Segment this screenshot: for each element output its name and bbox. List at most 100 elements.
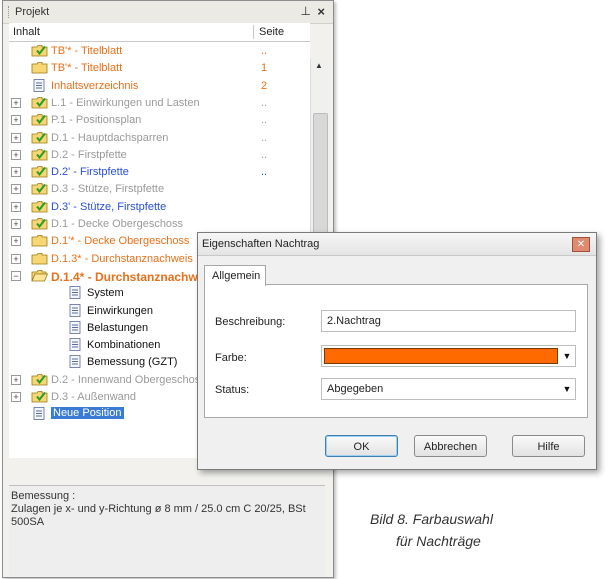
tree-row-label: D.2' - Firstpfette: [51, 166, 129, 179]
description-input[interactable]: 2.Nachtrag: [321, 310, 576, 332]
tree-row-label: D.3 - Außenwand: [51, 391, 136, 403]
tree-row-label: Einwirkungen: [87, 304, 154, 317]
panel-title: Projekt: [15, 6, 50, 18]
tree-row-page: ..: [261, 114, 268, 127]
chevron-down-icon[interactable]: ▼: [560, 347, 574, 365]
description-input-value: 2.Nachtrag: [327, 315, 381, 327]
tree-row-page: 2: [261, 79, 268, 92]
column-header-page[interactable]: Seite: [259, 26, 284, 38]
expand-icon[interactable]: +: [11, 149, 21, 160]
tree-row-page: ..: [261, 166, 268, 179]
tree-row-page: 1: [261, 62, 268, 75]
checked-folder-icon: [31, 373, 48, 386]
tree-row[interactable]: + L.1 - Einwirkungen und Lasten..: [9, 94, 310, 112]
expand-icon[interactable]: +: [11, 132, 21, 143]
color-select[interactable]: ▼: [321, 345, 576, 367]
checked-folder-icon: [31, 217, 48, 230]
tree-row-label: Kombinationen: [87, 339, 161, 352]
tree-row-label: Bemessung (GZT): [87, 356, 178, 369]
color-label: Farbe:: [215, 352, 247, 364]
document-icon: [67, 320, 84, 334]
panel-titlebar: Projekt ⊥ ×: [3, 1, 333, 24]
scroll-up-icon[interactable]: ▲: [315, 61, 323, 70]
column-separator[interactable]: [253, 25, 254, 39]
caption-line-2: für Nachträge: [396, 533, 481, 549]
tree-row-label: D.1 - Hauptdachsparren: [51, 131, 169, 144]
status-select-value: Abgegeben: [327, 383, 384, 395]
tree-row[interactable]: + D.3 - Stütze, Firstpfette: [9, 180, 310, 198]
checked-folder-icon: [31, 113, 48, 126]
tree-row[interactable]: + D.1 - Hauptdachsparren..: [9, 129, 310, 147]
expand-icon[interactable]: +: [11, 392, 21, 402]
document-icon: [67, 355, 84, 369]
expand-icon[interactable]: +: [11, 115, 21, 126]
dialog-title: Eigenschaften Nachtrag: [202, 238, 320, 250]
tree-row[interactable]: + D.2' - Firstpfette..: [9, 163, 310, 181]
tree-row-page: ..: [261, 45, 268, 57]
figure-caption: Bild 8. Farbauswahl für Nachträge: [370, 508, 493, 552]
tree-row-label: D.2 - Firstpfette: [51, 148, 127, 161]
checked-folder-icon: [31, 165, 48, 178]
cancel-button[interactable]: Abbrechen: [414, 435, 487, 457]
description-box: Bemessung : Zulagen je x- und y-Richtung…: [9, 485, 325, 576]
tree-row[interactable]: TB'* - Titelblatt 1: [9, 59, 310, 77]
expand-icon[interactable]: +: [11, 184, 21, 195]
tree-row[interactable]: + D.1 - Decke Obergeschoss: [9, 215, 310, 233]
checked-folder-icon: [31, 182, 48, 195]
collapse-icon[interactable]: −: [11, 270, 21, 281]
document-icon: [67, 338, 84, 351]
help-button[interactable]: Hilfe: [512, 435, 585, 457]
checked-folder-icon: [31, 96, 48, 109]
checked-folder-icon: [31, 148, 48, 161]
tree-row-label: Belastungen: [87, 321, 149, 334]
document-icon: [31, 407, 48, 421]
tree-row-page: ..: [261, 148, 268, 161]
document-icon: [67, 286, 84, 300]
tree-row-label: TB'* - Titelblatt: [51, 45, 123, 57]
dialog-close-button[interactable]: ✕: [572, 237, 590, 252]
tree-row-label: D.3' - Stütze, Firstpfette: [51, 200, 167, 213]
expand-icon[interactable]: +: [11, 219, 21, 229]
tree-row[interactable]: + D.2 - Firstpfette..: [9, 146, 310, 164]
tree-row-page: ..: [261, 96, 268, 109]
expand-icon[interactable]: +: [11, 97, 21, 108]
checked-folder-icon: [31, 390, 48, 403]
expand-icon[interactable]: +: [11, 236, 21, 247]
column-header-content[interactable]: Inhalt: [13, 26, 40, 38]
description-label: Beschreibung:: [215, 316, 286, 328]
tree-row-label: D.2 - Innenwand Obergeschoss: [51, 373, 206, 386]
column-header: Inhalt Seite: [9, 23, 310, 42]
folder-icon: [31, 252, 48, 265]
tree-row[interactable]: + D.3' - Stütze, Firstpfette: [9, 198, 310, 216]
tab-general-label: Allgemein: [212, 270, 261, 282]
folder-icon: [31, 61, 48, 74]
properties-dialog: Eigenschaften Nachtrag ✕ Allgemein Besch…: [197, 232, 597, 470]
tree-row-label: System: [87, 287, 124, 300]
status-select[interactable]: Abgegeben ▼: [321, 378, 576, 400]
document-icon: [67, 303, 84, 317]
tab-general[interactable]: Allgemein: [204, 265, 266, 286]
tree-row[interactable]: TB'* - Titelblatt..: [9, 42, 310, 60]
document-icon: [31, 78, 48, 92]
description-title: Bemessung :: [11, 490, 76, 502]
checked-folder-icon: [31, 44, 48, 57]
tree-row[interactable]: + P.1 - Positionsplan..: [9, 111, 310, 129]
tree-row-label: D.1'* - Decke Obergeschoss: [51, 235, 190, 248]
tree-row-label: D.1.3* - Durchstanznachweis: [51, 252, 193, 265]
expand-icon[interactable]: +: [11, 374, 21, 385]
drag-grip[interactable]: [8, 6, 11, 18]
chevron-down-icon[interactable]: ▼: [560, 380, 574, 398]
tree-row-label: TB'* - Titelblatt: [51, 62, 123, 75]
tree-row-label: D.1 - Decke Obergeschoss: [51, 218, 184, 230]
expand-icon[interactable]: +: [11, 167, 21, 178]
expand-icon[interactable]: +: [11, 201, 21, 212]
pin-icon[interactable]: ⊥: [301, 4, 311, 18]
tree-row-label: D.3 - Stütze, Firstpfette: [51, 183, 165, 196]
tree-row-label: P.1 - Positionsplan: [51, 114, 142, 127]
checked-folder-icon: [31, 131, 48, 144]
ok-button[interactable]: OK: [325, 435, 398, 457]
close-icon[interactable]: ×: [317, 4, 325, 19]
expand-icon[interactable]: +: [11, 253, 21, 264]
tree-row[interactable]: Inhaltsverzeichnis 2: [9, 77, 310, 95]
tree-row-label: L.1 - Einwirkungen und Lasten: [51, 96, 200, 109]
